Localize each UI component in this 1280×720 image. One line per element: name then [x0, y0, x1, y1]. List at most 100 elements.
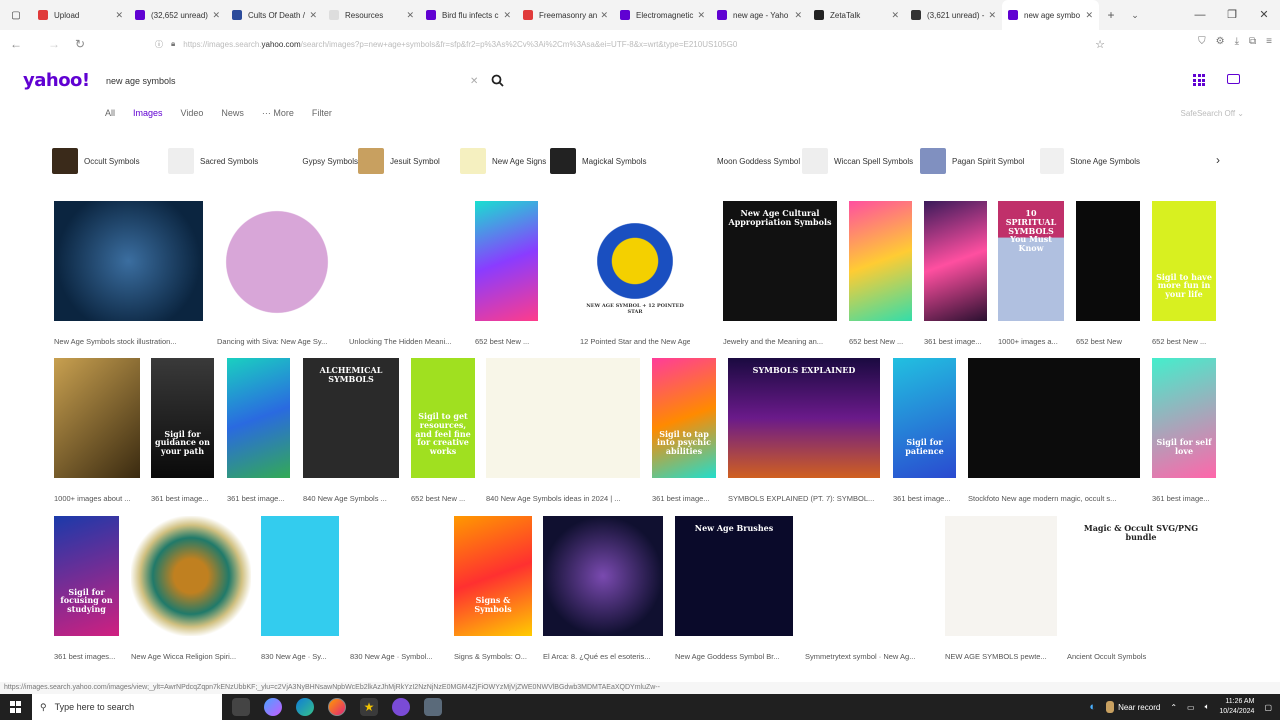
image-result-thumbnail[interactable]: [924, 201, 987, 321]
image-result-caption[interactable]: 652 best New ...: [475, 337, 538, 346]
image-result-caption[interactable]: SYMBOLS EXPLAINED (PT. 7): SYMBOL...: [728, 494, 880, 503]
image-result-caption[interactable]: 361 best image...: [151, 494, 214, 503]
browser-tab[interactable]: Resources ✕: [323, 0, 420, 30]
image-result-caption[interactable]: 652 best New ...: [849, 337, 912, 346]
image-result-thumbnail[interactable]: [349, 201, 465, 321]
related-search-chip[interactable]: Jesuit Symbol: [358, 148, 460, 174]
back-icon[interactable]: ←: [4, 37, 28, 51]
close-icon[interactable]: ✕: [1248, 0, 1280, 30]
image-result-thumbnail[interactable]: [261, 516, 339, 636]
browser-tab[interactable]: new age symbo ✕: [1002, 0, 1099, 30]
image-result-caption[interactable]: NEW AGE SYMBOLS pewte...: [945, 652, 1057, 661]
search-input[interactable]: new age symbols: [96, 76, 470, 86]
search-box[interactable]: new age symbols ✕: [96, 68, 506, 94]
image-result-caption[interactable]: Jewelry and the Meaning an...: [723, 337, 837, 346]
image-result-thumbnail[interactable]: ALCHEMICAL SYMBOLS: [303, 358, 399, 478]
related-search-chip[interactable]: Stone Age Symbols: [1040, 148, 1140, 174]
weather-icon[interactable]: ◐: [1089, 701, 1096, 713]
filter-all[interactable]: All: [105, 108, 115, 118]
image-result-caption[interactable]: 840 New Age Symbols ...: [303, 494, 399, 503]
tab-close-icon[interactable]: ✕: [503, 10, 511, 21]
image-result-thumbnail[interactable]: Sigil for patience: [893, 358, 956, 478]
site-info-icon[interactable]: ⓘ: [155, 39, 163, 50]
image-result-caption[interactable]: 652 best New: [1076, 337, 1140, 346]
image-result-thumbnail[interactable]: NEW AGE SYMBOL + 12 POINTED STAR: [580, 201, 690, 321]
image-result-thumbnail[interactable]: Sigil for guidance on your path: [151, 358, 214, 478]
browser-tab[interactable]: new age - Yaho ✕: [711, 0, 808, 30]
image-result-caption[interactable]: New Age Goddess Symbol Br...: [675, 652, 793, 661]
clock[interactable]: 11:26 AM 10/24/2024: [1219, 697, 1254, 717]
image-result-caption[interactable]: 652 best New ...: [411, 494, 475, 503]
image-result-caption[interactable]: Stockfoto New age modern magic, occult s…: [968, 494, 1140, 503]
image-result-thumbnail[interactable]: Magic & Occult SVG/PNG bundle: [1067, 516, 1215, 636]
image-result-thumbnail[interactable]: 10 SPIRITUAL SYMBOLS You Must Know: [998, 201, 1064, 321]
filter-images[interactable]: Images: [133, 108, 163, 118]
image-result-thumbnail[interactable]: [1076, 201, 1140, 321]
image-result-thumbnail[interactable]: [543, 516, 663, 636]
tab-close-icon[interactable]: ✕: [212, 10, 220, 21]
yahoo-logo[interactable]: yahoo!: [23, 70, 90, 91]
related-search-chip[interactable]: Sacred Symbols: [168, 148, 286, 174]
image-result-thumbnail[interactable]: Signs & Symbols: [454, 516, 532, 636]
download-icon[interactable]: ⤓: [1235, 36, 1239, 47]
image-result-caption[interactable]: New Age Symbols stock illustration...: [54, 337, 203, 346]
apps-grid-icon[interactable]: [1193, 74, 1205, 86]
image-result-caption[interactable]: 361 best image...: [227, 494, 290, 503]
bookmark-star-icon[interactable]: ☆: [1095, 38, 1105, 51]
related-search-chip[interactable]: Wiccan Spell Symbols: [802, 148, 920, 174]
safesearch-dropdown[interactable]: SafeSearch Off ⌄: [1181, 109, 1245, 118]
forward-icon[interactable]: →: [42, 37, 66, 51]
volume-icon[interactable]: 🔈︎: [1205, 702, 1210, 712]
tab-close-icon[interactable]: ✕: [406, 10, 414, 21]
image-result-caption[interactable]: 12 Pointed Star and the New Age Symbol: [580, 337, 690, 346]
related-search-chip[interactable]: Pagan Spirit Symbol: [920, 148, 1040, 174]
tab-close-icon[interactable]: ✕: [1085, 10, 1093, 21]
notifications-icon[interactable]: ▢: [1264, 703, 1272, 712]
browser-tab[interactable]: Cults Of Death / ✕: [226, 0, 323, 30]
image-result-thumbnail[interactable]: Sigil to tap into psychic abilities: [652, 358, 716, 478]
minimize-icon[interactable]: —: [1184, 0, 1216, 30]
image-result-thumbnail[interactable]: [968, 358, 1140, 478]
copilot-icon[interactable]: [264, 698, 282, 716]
image-result-thumbnail[interactable]: Sigil for focusing on studying: [54, 516, 119, 636]
image-result-caption[interactable]: Ancient Occult Symbols: [1067, 652, 1215, 661]
browser-tab[interactable]: Electromagnetic ✕: [614, 0, 711, 30]
app-window-icon[interactable]: [424, 698, 442, 716]
image-result-caption[interactable]: New Age Wicca Religion Spiri...: [131, 652, 251, 661]
start-button[interactable]: [0, 694, 32, 720]
task-view-icon[interactable]: [232, 698, 250, 716]
image-result-thumbnail[interactable]: [486, 358, 640, 478]
clear-search-icon[interactable]: ✕: [470, 76, 490, 87]
tab-close-icon[interactable]: ✕: [697, 10, 705, 21]
browser-tab[interactable]: Freemasonry an ✕: [517, 0, 614, 30]
image-result-thumbnail[interactable]: [849, 201, 912, 321]
menu-icon[interactable]: ≡: [1266, 36, 1272, 47]
image-result-caption[interactable]: 361 best images...: [54, 652, 119, 661]
network-icon[interactable]: ▭: [1187, 703, 1195, 712]
refresh-icon[interactable]: ↻: [68, 37, 92, 51]
tab-actions[interactable]: ▢: [0, 0, 32, 30]
image-result-thumbnail[interactable]: [54, 201, 203, 321]
browser-tab[interactable]: ZetaTalk ✕: [808, 0, 905, 30]
image-result-caption[interactable]: Unlocking The Hidden Meani...: [349, 337, 465, 346]
image-result-caption[interactable]: 361 best image...: [1152, 494, 1216, 503]
related-search-chip[interactable]: Magickal Symbols: [550, 148, 685, 174]
image-result-caption[interactable]: Symmetrytext symbol · New Ag...: [805, 652, 933, 661]
image-result-caption[interactable]: 361 best image...: [924, 337, 987, 346]
filter-more[interactable]: ··· More: [262, 108, 294, 118]
image-result-thumbnail[interactable]: New Age Brushes: [675, 516, 793, 636]
image-result-thumbnail[interactable]: New Age Cultural Appropriation Symbols: [723, 201, 837, 321]
related-search-chip[interactable]: Moon Goddess Symbol: [685, 148, 802, 174]
taskbar-search[interactable]: ⚲ Type here to search: [32, 694, 222, 720]
image-result-thumbnail[interactable]: [350, 516, 442, 636]
image-result-thumbnail[interactable]: SYMBOLS EXPLAINED: [728, 358, 880, 478]
tab-close-icon[interactable]: ✕: [794, 10, 802, 21]
edge-icon[interactable]: [296, 698, 314, 716]
tab-list-button[interactable]: ⌄: [1123, 10, 1147, 21]
image-result-caption[interactable]: 840 New Age Symbols ideas in 2024 | ...: [486, 494, 640, 503]
tab-close-icon[interactable]: ✕: [600, 10, 608, 21]
obs-icon[interactable]: [392, 698, 410, 716]
related-search-chip[interactable]: Occult Symbols: [52, 148, 168, 174]
maximize-icon[interactable]: ❐: [1216, 0, 1248, 30]
image-result-thumbnail[interactable]: [54, 358, 140, 478]
